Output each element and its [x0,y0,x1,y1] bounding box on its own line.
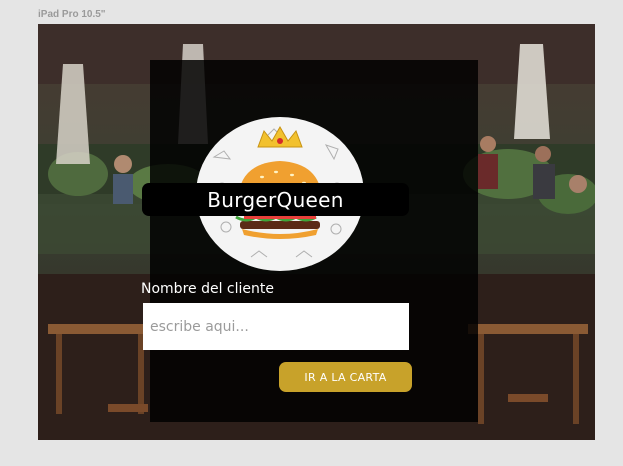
brand-title: BurgerQueen [142,183,409,216]
go-to-menu-button[interactable]: IR A LA CARTA [279,362,412,392]
device-label: iPad Pro 10.5" [38,9,106,20]
customer-name-label: Nombre del cliente [141,281,274,297]
customer-name-input[interactable] [143,303,409,350]
